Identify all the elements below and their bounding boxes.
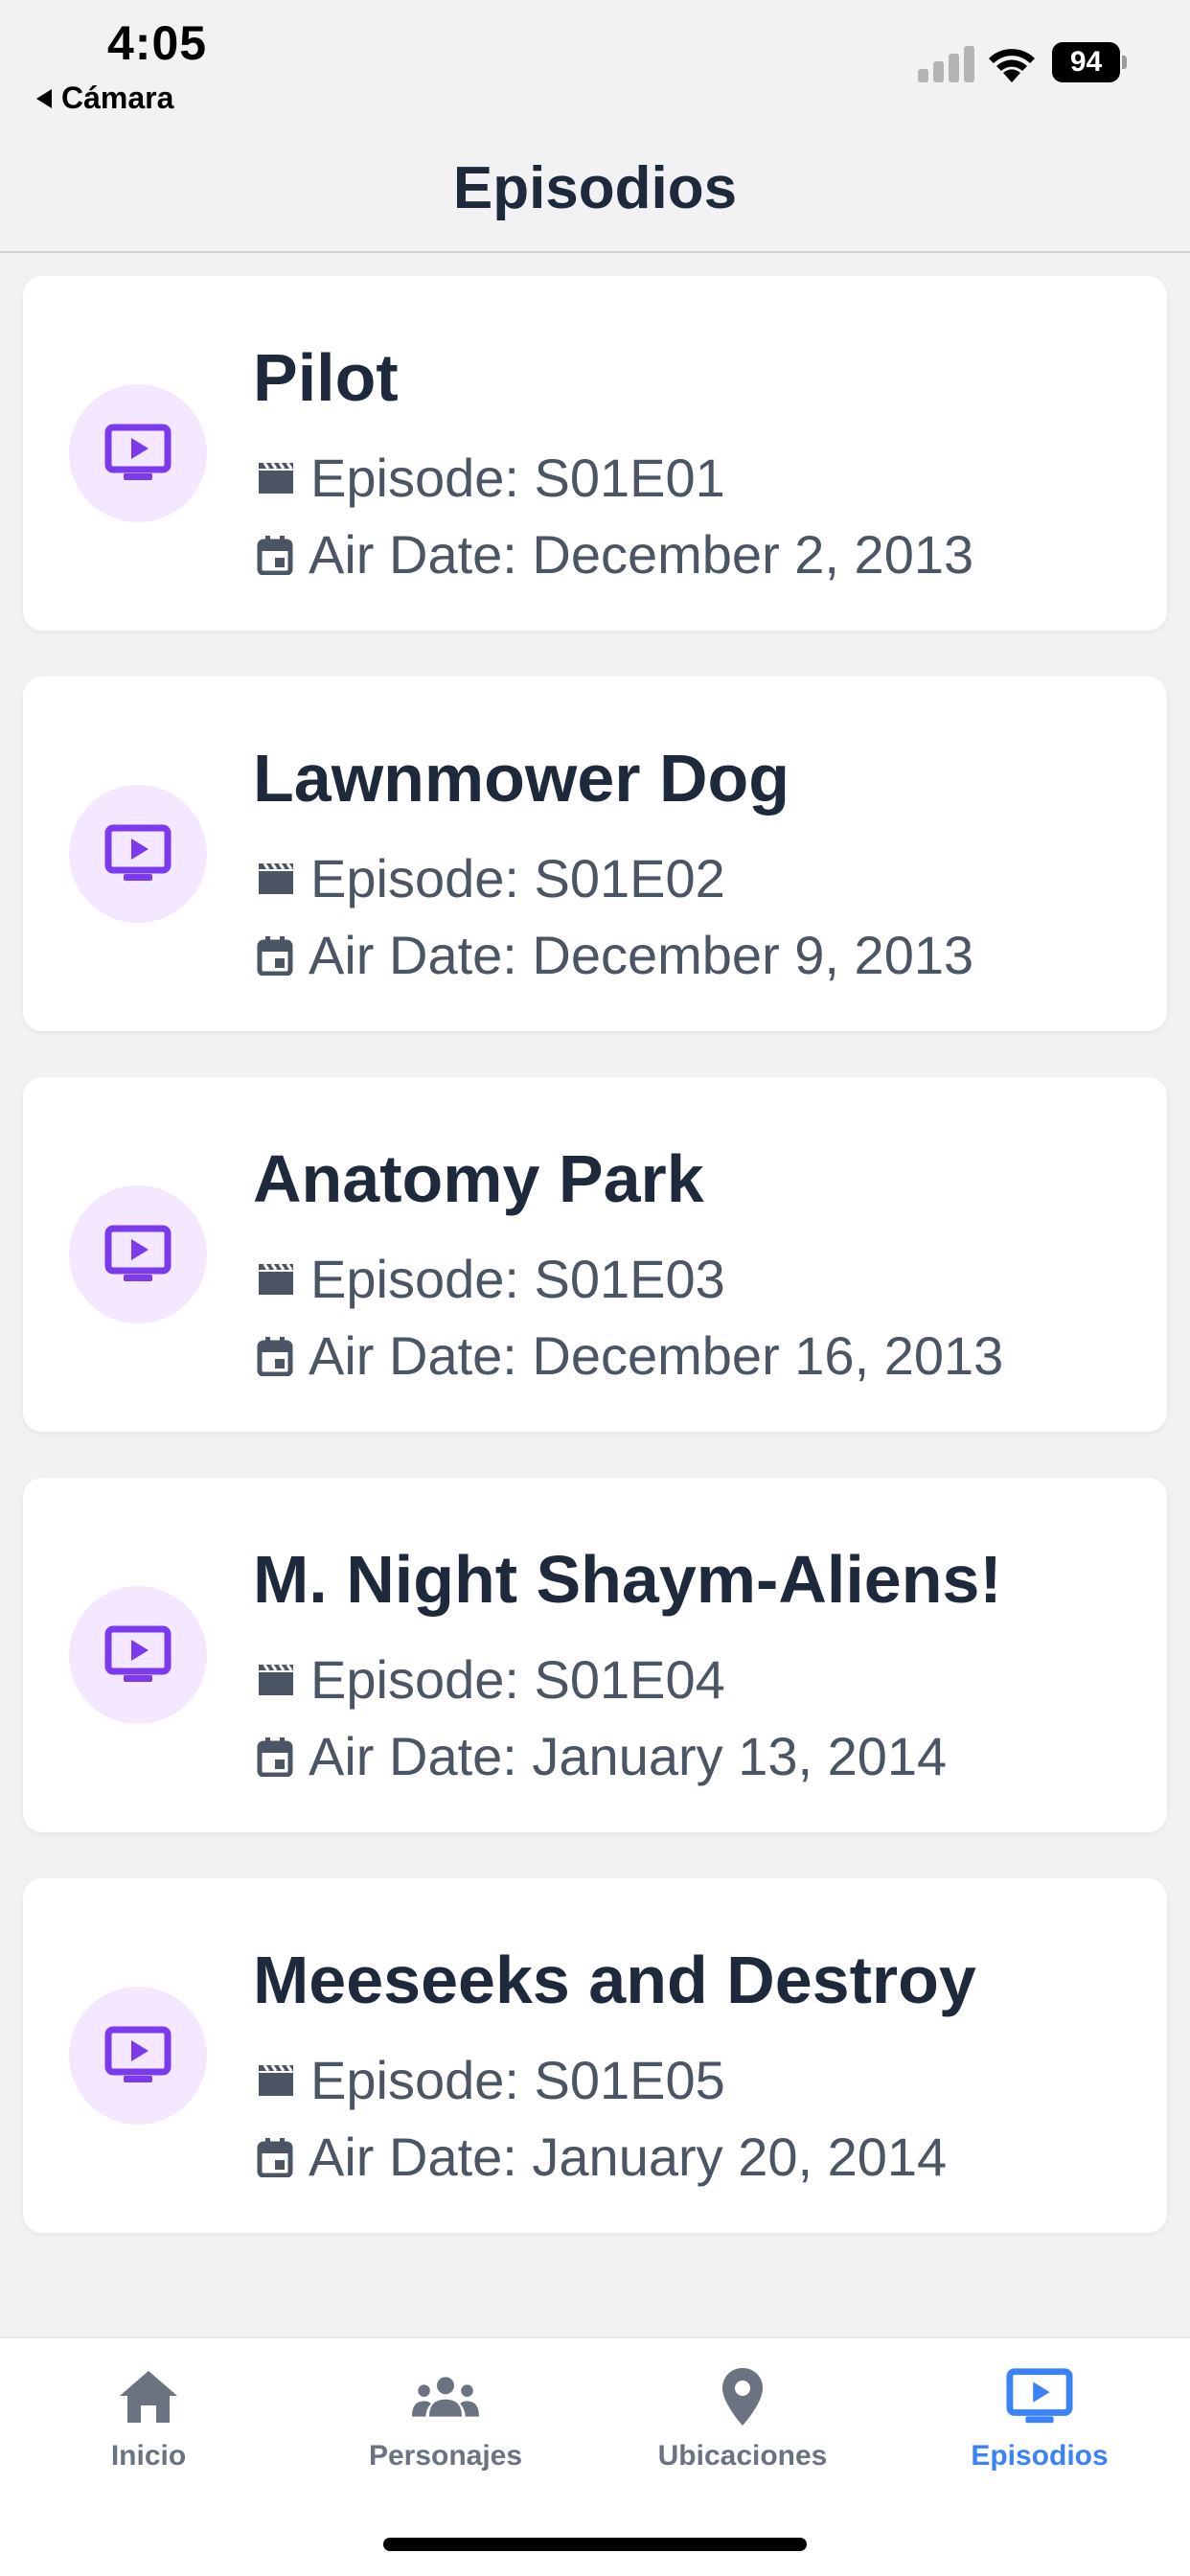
tv-play-icon (1006, 2363, 1073, 2430)
location-pin-icon (709, 2363, 776, 2430)
episode-card[interactable]: Lawnmower Dog Episode: S01E02 Air Date: (23, 677, 1167, 1031)
episode-title: M. Night Shaym-Aliens! (253, 1542, 1002, 1617)
tab-personajes[interactable]: Personajes (297, 2363, 594, 2472)
episode-air-date-row: Air Date: January 20, 2014 (257, 2126, 947, 2188)
calendar-icon (257, 2137, 293, 2177)
episode-air-date: Air Date: January 13, 2014 (309, 1726, 948, 1786)
navigation-header: Episodios (0, 125, 1190, 253)
episode-avatar (69, 1586, 207, 1724)
tv-play-icon (104, 2026, 172, 2082)
home-icon (115, 2363, 182, 2430)
clapperboard-icon (259, 1262, 293, 1295)
tab-episodios[interactable]: Episodios (891, 2363, 1188, 2472)
episode-title: Meeseeks and Destroy (253, 1943, 976, 2017)
episodes-screen: 4:05 Cámara 94 Episodios Pilot Episode: … (0, 0, 1190, 2576)
clapperboard-icon (259, 461, 293, 494)
tv-play-icon (104, 1225, 172, 1281)
tv-play-icon (104, 1625, 172, 1682)
episode-air-date-row: Air Date: January 13, 2014 (257, 1725, 947, 1787)
episode-avatar (69, 785, 207, 923)
episode-card[interactable]: Anatomy Park Episode: S01E03 Air Date: D… (23, 1077, 1167, 1432)
calendar-icon (257, 1336, 293, 1376)
tv-play-icon (104, 424, 172, 480)
episode-card[interactable]: M. Night Shaym-Aliens! Episode: S01E04 A… (23, 1478, 1167, 1832)
episode-air-date: Air Date: December 2, 2013 (309, 524, 974, 585)
episode-code-row: Episode: S01E01 (257, 447, 725, 509)
episode-avatar (69, 384, 207, 522)
episode-air-date: Air Date: January 20, 2014 (309, 2127, 948, 2187)
episode-code-row: Episode: S01E03 (257, 1248, 725, 1310)
tab-label: Personajes (368, 2440, 523, 2472)
episode-code-row: Episode: S01E02 (257, 847, 725, 909)
tab-ubicaciones[interactable]: Ubicaciones (594, 2363, 891, 2472)
episode-code-row: Episode: S01E05 (257, 2049, 725, 2111)
episode-code: Episode: S01E02 (310, 848, 725, 908)
calendar-icon (257, 535, 293, 575)
episode-title: Pilot (253, 340, 399, 415)
status-bar: 4:05 Cámara 94 (0, 0, 1190, 125)
episode-air-date: Air Date: December 9, 2013 (309, 925, 974, 985)
tab-label: Episodios (971, 2440, 1109, 2472)
battery-icon: 94 (1052, 42, 1127, 82)
episode-code: Episode: S01E03 (310, 1249, 725, 1309)
back-app-label: Cámara (61, 80, 174, 115)
battery-level: 94 (1052, 42, 1121, 82)
clapperboard-icon (259, 2063, 293, 2096)
cellular-signal-icon (918, 44, 974, 82)
episode-title: Lawnmower Dog (253, 741, 790, 816)
episode-card[interactable]: Meeseeks and Destroy Episode: S01E05 Air… (23, 1878, 1167, 2233)
back-to-app-link[interactable]: Cámara (36, 80, 173, 116)
episode-code: Episode: S01E05 (310, 2050, 725, 2110)
calendar-icon (257, 935, 293, 976)
status-time: 4:05 (107, 16, 208, 70)
people-icon (412, 2363, 479, 2430)
calendar-icon (257, 1736, 293, 1777)
episode-air-date-row: Air Date: December 2, 2013 (257, 523, 973, 586)
episode-title: Anatomy Park (253, 1141, 704, 1216)
episode-card[interactable]: Pilot Episode: S01E01 Air Date: December… (23, 276, 1167, 631)
back-arrow-icon (36, 88, 52, 108)
episode-code: Episode: S01E01 (310, 448, 725, 508)
tab-label: Ubicaciones (657, 2440, 828, 2472)
clapperboard-icon (259, 862, 293, 894)
tab-inicio[interactable]: Inicio (0, 2363, 297, 2472)
wifi-icon (989, 49, 1035, 82)
clapperboard-icon (259, 1663, 293, 1695)
episode-air-date-row: Air Date: December 9, 2013 (257, 924, 973, 986)
episode-air-date-row: Air Date: December 16, 2013 (257, 1324, 1003, 1387)
episode-code: Episode: S01E04 (310, 1649, 725, 1710)
episode-air-date: Air Date: December 16, 2013 (309, 1325, 1004, 1386)
episode-avatar (69, 1185, 207, 1323)
tv-play-icon (104, 824, 172, 881)
page-title: Episodios (452, 154, 738, 221)
episode-avatar (69, 1987, 207, 2125)
tab-label: Inicio (110, 2440, 187, 2472)
home-indicator[interactable] (383, 2538, 807, 2551)
episode-code-row: Episode: S01E04 (257, 1648, 725, 1711)
